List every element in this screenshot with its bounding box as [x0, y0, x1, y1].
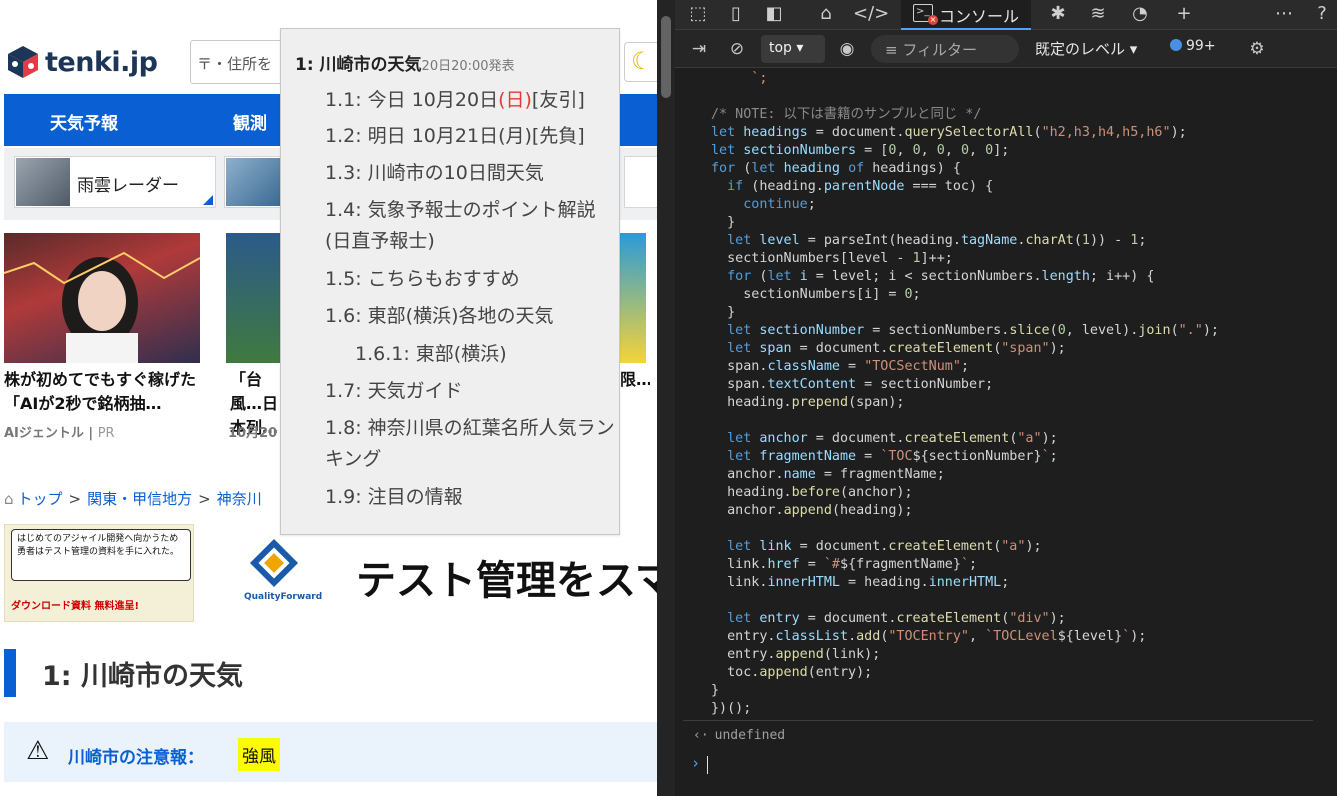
nav-observation[interactable]: 観測: [233, 109, 267, 134]
console-divider: [683, 720, 1313, 721]
site-logo[interactable]: tenki.jp: [5, 44, 158, 80]
breadcrumb-kanto[interactable]: 関東・甲信地方: [87, 490, 192, 508]
breadcrumb-kanagawa[interactable]: 神奈川: [217, 490, 262, 508]
cube-logo-icon: [8, 46, 38, 78]
context-selector[interactable]: top ▾: [761, 35, 825, 63]
ad-bubble-text: はじめてのアジャイル開発へ向かうため勇者はテスト管理の資料を手に入れた。: [11, 529, 191, 581]
toc-entry[interactable]: 1.2: 明日 10月21日(月)[先負]: [325, 121, 615, 152]
toc-header-note: 20日20:00発表: [421, 59, 515, 74]
breadcrumb-top[interactable]: トップ: [18, 490, 63, 508]
toc-entry[interactable]: 1.8: 神奈川県の紅葉名所人気ランキング: [325, 413, 615, 475]
inspect-icon[interactable]: ⬚: [685, 2, 711, 26]
corner-arrow-icon: [203, 195, 213, 205]
toc-entry[interactable]: 1.1: 今日 10月20日(日)[友引]: [325, 85, 615, 116]
ad-download-text: ダウンロード資料 無料進呈!: [11, 601, 140, 612]
device-toolbar-icon[interactable]: ▯: [723, 2, 749, 26]
home-icon: ⌂: [4, 490, 14, 508]
console-result: ‹· undefined: [693, 728, 786, 743]
return-arrow-icon: ‹·: [693, 728, 709, 743]
tab-console[interactable]: >_ × コンソール: [901, 0, 1031, 30]
article-title-3[interactable]: 限…: [620, 368, 650, 392]
warning-icon: ⚠: [26, 736, 50, 766]
help-icon[interactable]: ?: [1309, 2, 1335, 26]
article-title[interactable]: 株が初めてでもすぐ稼げた「AIが2秒で銘柄抽…: [4, 368, 200, 416]
radar-link[interactable]: 雨雲レーダー: [14, 156, 216, 208]
moon-icon: ☾: [631, 47, 653, 75]
article-source: AIジェントル | PR: [4, 426, 115, 441]
logo-text: tenki.jp: [45, 46, 158, 78]
heading-accent-bar: [4, 649, 16, 697]
toc-entry[interactable]: 1.7: 天気ガイド: [325, 376, 615, 407]
elements-icon[interactable]: </>: [853, 2, 889, 26]
error-badge-icon: ×: [928, 15, 938, 25]
toc-entry[interactable]: 1.5: こちらもおすすめ: [325, 264, 615, 295]
nav-forecast[interactable]: 天気予報: [50, 109, 118, 134]
message-icon: [1170, 39, 1182, 51]
performance-icon[interactable]: ◔: [1127, 2, 1153, 26]
page-scrollbar[interactable]: [657, 0, 675, 796]
ad-banner[interactable]: はじめてのアジャイル開発へ向かうため勇者はテスト管理の資料を手に入れた。 ダウン…: [4, 524, 657, 622]
devtools-tabbar: ⬚ ▯ ◧ ⌂ </> >_ × コンソール ✱ ≋ ◔ + ⋯ ?: [675, 0, 1337, 30]
page-heading: 1: 川崎市の天気: [42, 661, 243, 692]
add-tab-icon[interactable]: +: [1171, 2, 1197, 26]
ad-brand: QualityForward: [244, 592, 323, 602]
radar-label: 雨雲レーダー: [77, 176, 179, 196]
settings-gear-icon[interactable]: ⚙: [1245, 37, 1269, 61]
live-expression-icon[interactable]: ◉: [835, 37, 859, 61]
devtools-panel: ⬚ ▯ ◧ ⌂ </> >_ × コンソール ✱ ≋ ◔ + ⋯ ? ⇥ ⊘ t…: [657, 0, 1337, 796]
toc-entry-sub[interactable]: 1.6.1: 東部(横浜): [355, 339, 645, 370]
weather-map-link[interactable]: [224, 156, 282, 208]
presenter-photo: [3, 251, 201, 363]
clear-console-icon[interactable]: ⊘: [725, 37, 749, 61]
weather-alert: ⚠ 川崎市の注意報： 強風: [4, 722, 657, 782]
toc-entry[interactable]: 1.9: 注目の情報: [325, 482, 615, 513]
console-tab-label: コンソール: [939, 7, 1020, 26]
weather-map-thumbnail: [226, 158, 280, 206]
toc-entry[interactable]: 1.4: 気象予報士のポイント解説(日直予報士): [325, 195, 615, 257]
sidebar-toggle-icon[interactable]: ⇥: [687, 37, 711, 61]
log-levels-dropdown[interactable]: 既定のレベル ▾: [1035, 38, 1137, 59]
console-toolbar: ⇥ ⊘ top ▾ ◉ ≡ フィルター 既定のレベル ▾ 99+ ⚙: [675, 30, 1337, 68]
home-icon[interactable]: ⌂: [813, 2, 839, 26]
quality-forward-logo-icon: [249, 538, 299, 588]
toc-panel: 1: 川崎市の天気20日20:00発表 1.1: 今日 10月20日(日)[友引…: [280, 28, 620, 535]
network-icon[interactable]: ≋: [1085, 2, 1111, 26]
toc-header[interactable]: 1: 川崎市の天気20日20:00発表: [295, 50, 515, 75]
issues-badge[interactable]: 99+: [1170, 38, 1216, 54]
console-prompt-icon: ›: [691, 754, 701, 772]
ad-headline: テスト管理をスマ: [356, 558, 657, 604]
toc-entry[interactable]: 1.3: 川崎市の10日間天気: [325, 158, 615, 189]
japan-map-thumbnail: [16, 158, 70, 206]
debug-icon[interactable]: ✱: [1045, 2, 1071, 26]
dock-icon[interactable]: ◧: [761, 2, 787, 26]
alert-label: 川崎市の注意報：: [68, 748, 204, 768]
filter-input[interactable]: ≡ フィルター: [871, 35, 1019, 63]
article-thumbnail[interactable]: [3, 233, 201, 363]
scrollbar-thumb[interactable]: [661, 16, 671, 98]
console-input[interactable]: [707, 756, 708, 774]
address-search-input[interactable]: 〒・住所を: [190, 40, 286, 84]
breadcrumb: ⌂ トップ > 関東・甲信地方 > 神奈川: [4, 490, 262, 508]
article-date: 10月20: [228, 426, 278, 441]
ad-game-image: はじめてのアジャイル開発へ向かうため勇者はテスト管理の資料を手に入れた。 ダウン…: [4, 524, 194, 622]
article-thumbnail-typhoon[interactable]: [226, 233, 281, 363]
console-code: `; /* NOTE: 以下は書籍のサンプルと同じ */ let heading…: [711, 71, 1219, 716]
alert-value[interactable]: 強風: [238, 738, 280, 771]
more-link[interactable]: [624, 156, 657, 208]
toc-entry[interactable]: 1.6: 東部(横浜)各地の天気: [325, 301, 615, 332]
weather-icon-button[interactable]: ☾: [624, 42, 657, 82]
more-options-icon[interactable]: ⋯: [1271, 2, 1297, 26]
